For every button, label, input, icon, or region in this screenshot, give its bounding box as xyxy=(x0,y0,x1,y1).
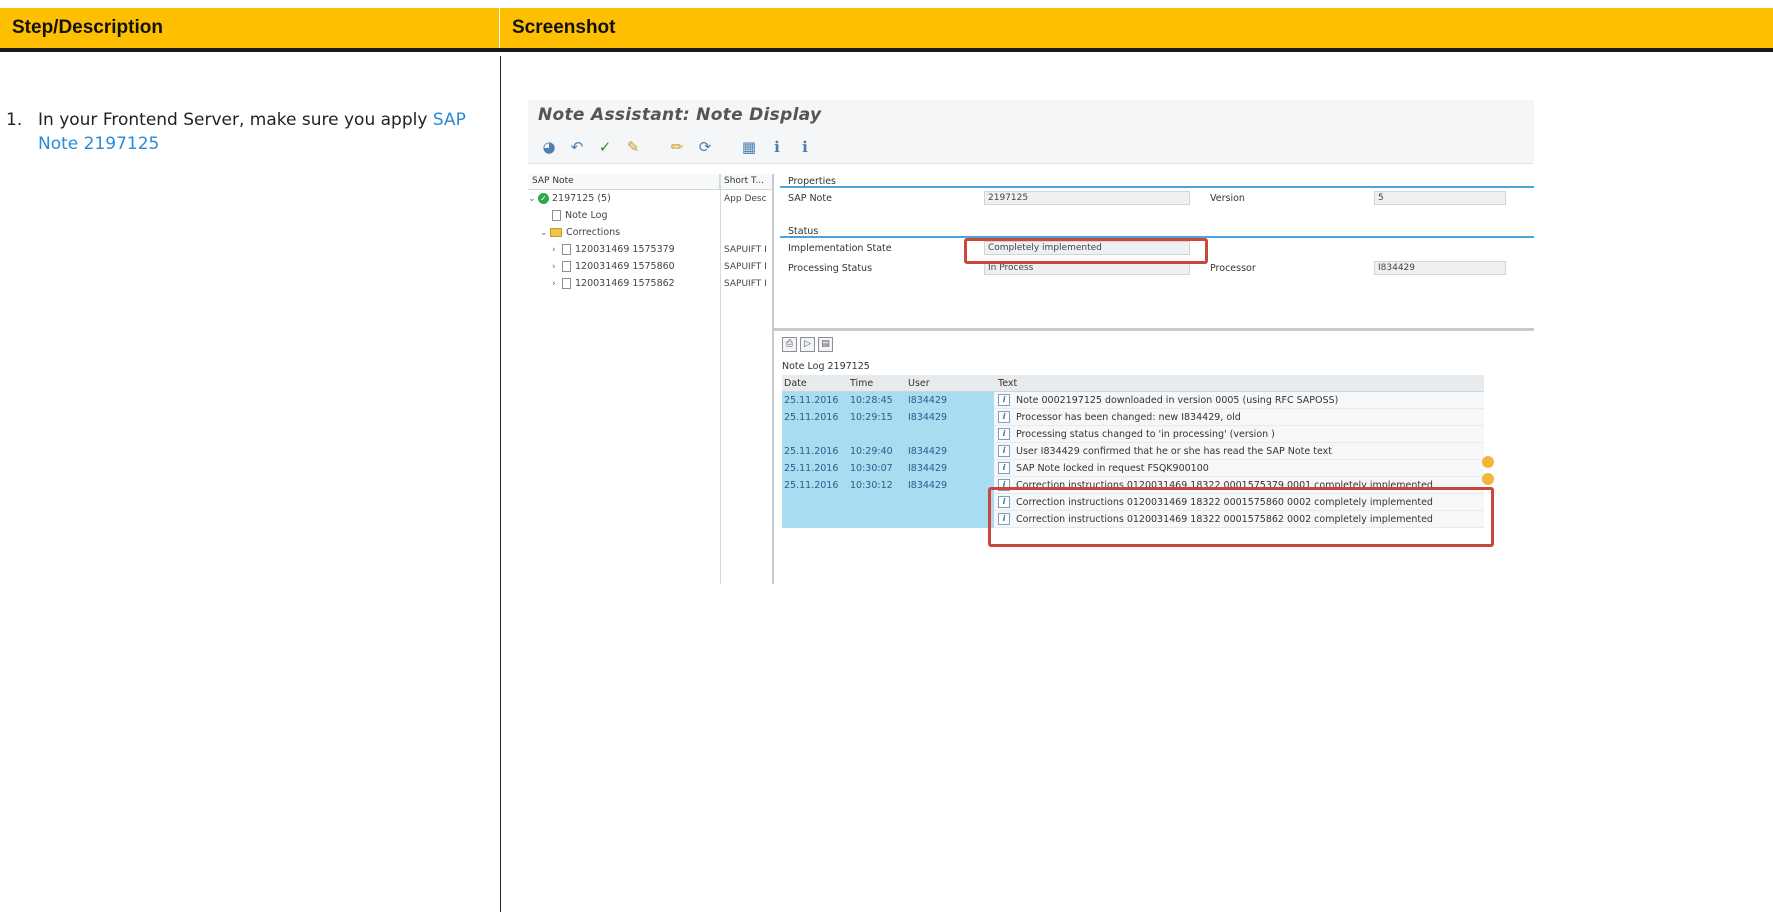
tree-header: SAP Note Short T... xyxy=(528,174,772,190)
chevron-right-icon[interactable]: › xyxy=(552,245,562,255)
table-row[interactable]: i Processing status changed to 'in proces… xyxy=(782,426,1484,443)
step-number: 1. xyxy=(6,110,23,130)
tree-item-correction[interactable]: › 120031469 1575860 SAPUIFT I xyxy=(528,258,772,275)
info-icon[interactable]: ℹ xyxy=(766,136,788,158)
properties-panel: Properties SAP Note 2197125 Version 5 St… xyxy=(780,176,1534,278)
col-text[interactable]: Text xyxy=(994,378,1484,389)
implementation-state-label: Implementation State xyxy=(788,243,892,254)
document-icon xyxy=(562,261,571,272)
sap-note-label: SAP Note xyxy=(788,193,832,204)
sap-toolbar: ◕ ↶ ✓ ✎ ✏ ⟳ ▦ ℹ ℹ xyxy=(528,130,1534,164)
header-screenshot: Screenshot xyxy=(512,17,616,38)
info-icon[interactable]: ℹ xyxy=(794,136,816,158)
col-date[interactable]: Date xyxy=(782,378,850,389)
sap-title-bar: Note Assistant: Note Display xyxy=(528,100,1534,130)
log-header-row: Date Time User Text xyxy=(782,375,1484,392)
header-step-description: Step/Description xyxy=(0,8,500,48)
tree-item-correction[interactable]: › 120031469 1575862 SAPUIFT I xyxy=(528,275,772,292)
implementation-state-highlight xyxy=(964,238,1208,264)
version-field[interactable]: 5 xyxy=(1374,191,1506,205)
processor-label: Processor xyxy=(1210,263,1256,274)
sap-note-field[interactable]: 2197125 xyxy=(984,191,1190,205)
tree-col-short-text: Short T... xyxy=(724,176,765,186)
check-icon[interactable]: ✓ xyxy=(594,136,616,158)
info-icon: i xyxy=(998,394,1010,406)
tree-item-note-log[interactable]: Note Log xyxy=(528,207,772,224)
sap-window-title: Note Assistant: Note Display xyxy=(538,105,822,125)
table-row[interactable]: 25.11.2016 10:28:45 I834429 i Note 000219… xyxy=(782,392,1484,409)
info-icon: i xyxy=(998,411,1010,423)
col-user[interactable]: User xyxy=(908,378,994,389)
document-icon xyxy=(562,244,571,255)
table-row[interactable]: 25.11.2016 10:30:07 I834429 i SAP Note lo… xyxy=(782,460,1484,477)
step-body: In your Frontend Server, make sure you a… xyxy=(38,108,491,156)
layout-icon[interactable]: ▦ xyxy=(738,136,760,158)
print-icon[interactable]: ⎙ xyxy=(782,337,797,352)
info-icon: i xyxy=(998,428,1010,440)
table-header: Step/Description Screenshot xyxy=(0,8,1773,52)
processing-status-label: Processing Status xyxy=(788,263,873,274)
tree-item-corrections[interactable]: ⌄ Corrections xyxy=(528,224,772,241)
version-label: Version xyxy=(1210,193,1245,204)
warning-icon xyxy=(1482,473,1494,485)
note-log-caption: Note Log 2197125 xyxy=(782,361,870,372)
log-toolbar: ⎙ ▷ ▤ xyxy=(782,337,833,352)
info-icon: i xyxy=(998,462,1010,474)
assign-icon[interactable]: ✎ xyxy=(622,136,644,158)
properties-section-title: Properties xyxy=(780,176,1534,188)
layout-icon[interactable]: ▤ xyxy=(818,337,833,352)
execute-icon[interactable]: ◕ xyxy=(538,136,560,158)
refresh-icon[interactable]: ⟳ xyxy=(694,136,716,158)
col-time[interactable]: Time xyxy=(850,378,908,389)
chevron-down-icon[interactable]: ⌄ xyxy=(528,194,538,204)
step-1: 1. In your Frontend Server, make sure yo… xyxy=(6,108,491,156)
sap-screenshot: Note Assistant: Note Display ◕ ↶ ✓ ✎ ✏ ⟳… xyxy=(528,100,1534,584)
column-divider xyxy=(500,56,501,912)
info-icon: i xyxy=(998,445,1010,457)
export-icon[interactable]: ▷ xyxy=(800,337,815,352)
tree-item-correction[interactable]: › 120031469 1575379 SAPUIFT I xyxy=(528,241,772,258)
tree-col-sap-note: SAP Note xyxy=(528,174,720,189)
processor-field[interactable]: I834429 xyxy=(1374,261,1506,275)
document-icon xyxy=(562,278,571,289)
chevron-down-icon[interactable]: ⌄ xyxy=(540,228,550,238)
chevron-right-icon[interactable]: › xyxy=(552,279,562,289)
check-circle-icon: ✓ xyxy=(538,193,549,204)
folder-icon xyxy=(550,228,562,237)
tree-root[interactable]: ⌄ ✓ 2197125 (5) App Desc xyxy=(528,190,772,207)
log-icon xyxy=(552,210,561,221)
edit-icon[interactable]: ✏ xyxy=(666,136,688,158)
status-section-title: Status xyxy=(780,226,1534,238)
table-row[interactable]: 25.11.2016 10:29:15 I834429 i Processor h… xyxy=(782,409,1484,426)
sap-note-tree: SAP Note Short T... ⌄ ✓ 2197125 (5) App De… xyxy=(528,174,774,584)
corrections-highlight xyxy=(988,487,1494,547)
undo-icon[interactable]: ↶ xyxy=(566,136,588,158)
sap-note-row: SAP Note 2197125 Version 5 xyxy=(780,188,1534,208)
step-instruction: In your Frontend Server, make sure you a… xyxy=(38,110,433,130)
note-log-panel: ⎙ ▷ ▤ Note Log 2197125 Date Time User Te… xyxy=(774,328,1534,584)
table-row[interactable]: 25.11.2016 10:29:40 I834429 i User I83442… xyxy=(782,443,1484,460)
warning-icon xyxy=(1482,456,1494,468)
chevron-right-icon[interactable]: › xyxy=(552,262,562,272)
